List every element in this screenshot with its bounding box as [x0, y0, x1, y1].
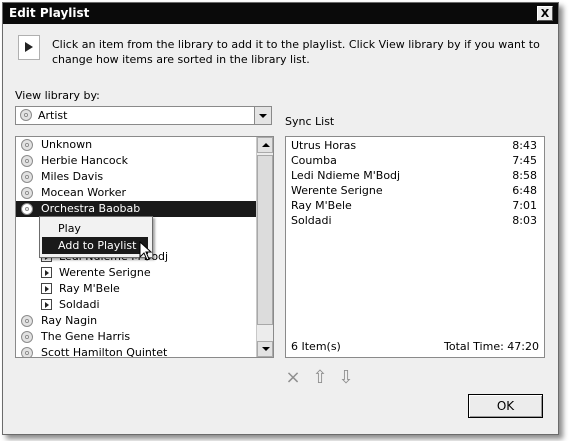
sync-list-footer: 6 Item(s) Total Time: 47:20 [291, 340, 539, 354]
instructions-text: Click an item from the library to add it… [52, 38, 540, 66]
track-icon [41, 267, 52, 278]
view-library-value: Artist [38, 109, 68, 122]
sync-track-time: 8:43 [512, 139, 537, 152]
delete-icon[interactable]: × [284, 369, 302, 387]
artist-row[interactable]: Mocean Worker [16, 185, 256, 201]
track-icon [41, 283, 52, 294]
sync-track-name: Coumba [291, 154, 337, 167]
mouse-pointer-icon [139, 241, 153, 261]
cd-icon [21, 331, 33, 343]
artist-row[interactable]: The Gene Harris [16, 329, 256, 345]
cd-icon [21, 187, 33, 199]
edit-playlist-dialog: Edit Playlist X Click an item from the l… [2, 2, 559, 435]
dropdown-arrow-icon[interactable] [254, 107, 271, 124]
artist-row[interactable]: Miles Davis [16, 169, 256, 185]
artist-row[interactable]: Unknown [16, 137, 256, 153]
sync-row[interactable]: Ledi Ndieme M'Bodj 8:58 [291, 168, 537, 184]
view-library-dropdown[interactable]: Artist [15, 106, 272, 125]
cd-icon [21, 155, 33, 167]
sync-track-time: 8:58 [512, 169, 537, 182]
artist-label: Orchestra Baobab [41, 202, 141, 215]
move-down-icon[interactable]: ⇩ [337, 369, 355, 387]
track-row[interactable]: Werente Serigne [16, 265, 256, 281]
ok-button[interactable]: OK [468, 394, 543, 418]
cd-icon [21, 347, 33, 357]
artist-label: Unknown [41, 138, 93, 151]
dialog-title: Edit Playlist [9, 6, 90, 20]
artist-row-selected[interactable]: Orchestra Baobab [16, 201, 256, 217]
sync-track-name: Ledi Ndieme M'Bodj [291, 169, 401, 182]
sync-list-label: Sync List [285, 115, 335, 128]
scroll-down-button[interactable] [257, 341, 273, 357]
total-time: Total Time: 47:20 [443, 340, 539, 353]
menu-item-add-to-playlist[interactable]: Add to Playlist [42, 237, 148, 254]
artist-row[interactable]: Herbie Hancock [16, 153, 256, 169]
cd-icon [20, 109, 32, 121]
menu-item-play[interactable]: Play [42, 220, 148, 237]
track-icon [41, 299, 52, 310]
artist-label: Mocean Worker [41, 186, 126, 199]
track-row[interactable]: Ray M'Bele [16, 281, 256, 297]
artist-label: Scott Hamilton Quintet [41, 346, 168, 358]
sync-track-name: Utrus Horas [291, 139, 357, 152]
sync-track-time: 7:45 [512, 154, 537, 167]
context-menu: Play Add to Playlist [39, 216, 153, 258]
sync-row[interactable]: Werente Serigne 6:48 [291, 183, 537, 199]
item-count: 6 Item(s) [291, 340, 341, 353]
artist-label: Miles Davis [41, 170, 104, 183]
artist-label: Ray Nagin [41, 314, 98, 327]
sync-track-name: Ray M'Bele [291, 199, 352, 212]
library-scrollbar[interactable] [256, 137, 273, 357]
track-row[interactable]: Soldadi [16, 297, 256, 313]
sync-row[interactable]: Coumba 7:45 [291, 153, 537, 169]
sync-row[interactable]: Utrus Horas 8:43 [291, 138, 537, 154]
cd-icon [21, 139, 33, 151]
scroll-thumb[interactable] [257, 155, 273, 325]
cd-icon [21, 171, 33, 183]
play-icon [18, 35, 40, 60]
artist-row[interactable]: Ray Nagin [16, 313, 256, 329]
sync-list-panel[interactable]: Utrus Horas 8:43 Coumba 7:45 Ledi Ndieme M'B… [285, 136, 545, 358]
cd-icon [21, 315, 33, 327]
sync-row[interactable]: Ray M'Bele 7:01 [291, 198, 537, 214]
view-library-label: View library by: [15, 89, 100, 102]
artist-row[interactable]: Scott Hamilton Quintet [16, 345, 256, 358]
move-up-icon[interactable]: ⇧ [311, 369, 329, 387]
cd-icon [21, 203, 33, 215]
close-button[interactable]: X [537, 6, 553, 21]
track-label: Werente Serigne [59, 266, 151, 279]
track-label: Ray M'Bele [59, 282, 120, 295]
sync-track-name: Soldadi [291, 214, 332, 227]
sync-track-time: 8:03 [512, 214, 537, 227]
title-bar: Edit Playlist X [3, 3, 558, 24]
sync-track-name: Werente Serigne [291, 184, 383, 197]
sync-track-time: 7:01 [512, 199, 537, 212]
scroll-up-button[interactable] [257, 137, 273, 153]
sync-track-time: 6:48 [512, 184, 537, 197]
sync-row[interactable]: Soldadi 8:03 [291, 213, 537, 229]
artist-label: Herbie Hancock [41, 154, 129, 167]
artist-label: The Gene Harris [41, 330, 131, 343]
track-label: Soldadi [59, 298, 100, 311]
